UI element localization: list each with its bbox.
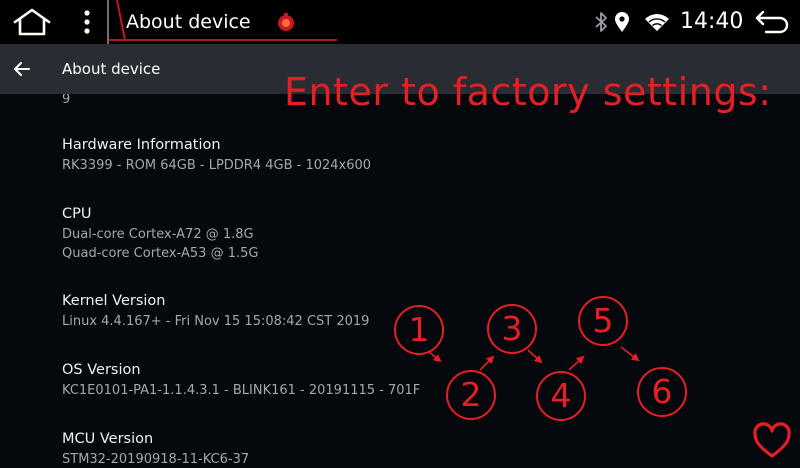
step-5-circle: 5 <box>578 296 628 346</box>
step-2-circle: 2 <box>446 370 496 420</box>
heart-icon <box>753 422 791 458</box>
list-item-title: OS Version <box>62 362 141 378</box>
clock: 14:40 <box>680 9 744 34</box>
bluetooth-icon <box>595 12 607 32</box>
list-item-cpu[interactable]: CPU Dual-core Cortex-A72 @ 1.8G Quad-cor… <box>62 203 258 263</box>
factory-settings-heading: Enter to factory settings: <box>284 70 772 114</box>
home-icon[interactable] <box>12 7 52 37</box>
list-item-mcu-version[interactable]: MCU Version STM32-20190918-11-KC6-37 <box>62 428 249 468</box>
status-title: About device <box>126 11 251 33</box>
list-item-title: Kernel Version <box>62 293 166 309</box>
list-item-value: Linux 4.4.167+ - Fri Nov 15 15:08:42 CST… <box>62 314 370 329</box>
step-3-circle: 3 <box>487 304 537 354</box>
toolbar-title: About device <box>62 60 161 78</box>
list-item-kernel[interactable]: Kernel Version Linux 4.4.167+ - Fri Nov … <box>62 290 369 331</box>
step-6-circle: 6 <box>637 367 687 417</box>
list-item-hardware[interactable]: Hardware Information RK3399 - ROM 64GB -… <box>62 134 371 175</box>
list-item-os-version[interactable]: OS Version KC1E0101-PA1-1.1.4.3.1 - BLIN… <box>62 359 420 400</box>
android-version-value: 9 <box>62 94 71 107</box>
list-item-title: Hardware Information <box>62 137 221 153</box>
wifi-icon <box>645 14 669 31</box>
list-item-value: Quad-core Cortex-A53 @ 1.5G <box>62 246 259 261</box>
menu-dots-icon[interactable] <box>79 9 95 35</box>
list-item-title: MCU Version <box>62 431 154 447</box>
about-device-list[interactable]: 9 Hardware Information RK3399 - ROM 64GB… <box>0 94 800 468</box>
list-item-title: CPU <box>62 206 92 222</box>
status-bar: About device 14:40 <box>0 0 800 44</box>
location-icon <box>615 12 629 32</box>
step-4-circle: 4 <box>536 371 586 421</box>
list-item-value: Dual-core Cortex-A72 @ 1.8G <box>62 227 254 242</box>
arrow-left-icon[interactable] <box>12 59 32 79</box>
list-item-value: STM32-20190918-11-KC6-37 <box>62 452 250 467</box>
list-item-value: RK3399 - ROM 64GB - LPDDR4 4GB - 1024x60… <box>62 158 372 173</box>
back-icon[interactable] <box>754 9 790 35</box>
step-1-circle: 1 <box>394 305 444 355</box>
app-badge-icon[interactable] <box>276 12 296 32</box>
list-item-value: KC1E0101-PA1-1.1.4.3.1 - BLINK161 - 2019… <box>62 383 421 398</box>
